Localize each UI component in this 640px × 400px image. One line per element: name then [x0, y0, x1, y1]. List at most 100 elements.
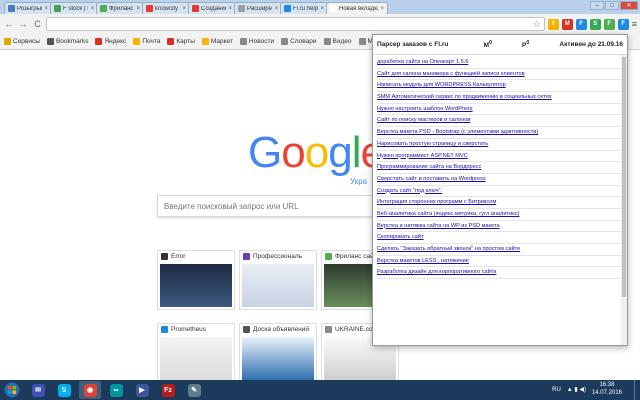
extension-icon[interactable]: F — [603, 18, 615, 30]
bookmark-item[interactable]: Видео — [323, 38, 352, 45]
tab-close-icon[interactable]: × — [274, 6, 278, 12]
tab-close-icon[interactable]: × — [44, 6, 48, 12]
taskbar-app-button[interactable]: ∞ — [105, 381, 127, 399]
bookmark-item[interactable]: Сервисы — [4, 38, 40, 45]
bookmark-item[interactable]: Bookmarks — [46, 38, 88, 45]
browser-tab[interactable]: Фриланс сайт× — [96, 2, 144, 14]
maximize-button[interactable]: □ — [605, 1, 619, 10]
tile-header: Error — [158, 251, 234, 262]
browser-tab[interactable]: Расширение× — [234, 2, 282, 14]
browser-tab[interactable]: F stock | Веб-ст× — [50, 2, 98, 14]
taskbar-app-button[interactable]: ✉ — [27, 381, 49, 399]
bookmark-label: Словари — [290, 38, 317, 45]
bookmark-item[interactable]: Словари — [281, 38, 317, 45]
address-bar[interactable]: ☆ — [46, 17, 545, 31]
google-logo-subtitle: Укра — [350, 177, 368, 186]
order-link[interactable]: Разработка дизайн для корпоративного сай… — [377, 267, 623, 280]
tab-favicon-icon — [192, 5, 199, 12]
taskbar-app-icon: ✎ — [187, 383, 201, 397]
order-link[interactable]: Нужно настроить шаблон WordPress — [377, 104, 623, 116]
address-input[interactable] — [50, 20, 533, 28]
start-button[interactable] — [2, 381, 22, 399]
taskbar-app-button[interactable]: ✎ — [183, 381, 205, 399]
tile-header: Профессиональ — [240, 251, 316, 262]
tile-thumbnail — [242, 337, 314, 380]
bookmark-item[interactable]: Яндекс — [95, 38, 126, 45]
taskbar-app-button[interactable]: Fz — [157, 381, 179, 399]
forward-button[interactable]: → — [17, 18, 28, 30]
most-visited-tile[interactable]: Профессиональ — [239, 250, 317, 310]
tab-favicon-icon — [284, 5, 291, 12]
popup-scrollbar-thumb[interactable] — [622, 57, 626, 297]
popup-scrollbar[interactable] — [621, 55, 627, 345]
tab-title: knowcity - You — [155, 5, 180, 12]
tab-title: Фриланс сайт — [109, 5, 134, 12]
tab-close-icon[interactable]: × — [182, 6, 186, 12]
tab-strip: Розыгрыш×F stock | Веб-ст×Фриланс сайт×k… — [0, 0, 640, 14]
order-link[interactable]: Сайт для салона маникюра с функцией запи… — [377, 69, 623, 81]
order-link[interactable]: Сверстать сайт и поставить на Wordpress — [377, 174, 623, 186]
bookmark-icon — [95, 38, 103, 45]
order-link[interactable]: SMM Автоматический сервис по продвижению… — [377, 92, 623, 104]
order-link[interactable]: Создать сайт "под ключ". — [377, 186, 623, 198]
tile-header: Prometheus — [158, 324, 234, 335]
order-link[interactable]: Скопировать сайт — [377, 232, 623, 244]
order-link[interactable]: Нужен программист ASP.NET MVC — [377, 151, 623, 163]
close-window-button[interactable]: ✕ — [620, 1, 638, 10]
most-visited-tile[interactable]: Доска объявлений — [239, 323, 317, 383]
bookmark-item[interactable]: Почта — [133, 38, 160, 45]
order-link[interactable]: Написать модуль для WORDPRESS Калькулято… — [377, 80, 623, 93]
back-button[interactable]: ← — [3, 18, 14, 30]
extension-icon[interactable]: F — [617, 18, 629, 30]
tab-close-icon[interactable]: × — [136, 6, 140, 12]
language-indicator[interactable]: RU — [552, 387, 561, 393]
tab-close-icon[interactable]: × — [320, 6, 324, 12]
clock[interactable]: 16:38 14.07.2016 — [592, 382, 622, 397]
tab-close-icon[interactable]: × — [90, 6, 94, 12]
tab-title: Розыгрыш — [17, 5, 42, 12]
system-tray: RU ▲ ▮ ◀) 16:38 14.07.2016 — [552, 382, 622, 397]
bookmark-item[interactable]: Карты — [167, 38, 195, 45]
browser-tab[interactable]: Fl.ru helper× — [280, 2, 328, 14]
google-logo-letter: G — [248, 128, 282, 177]
tile-title: Фриланс сайт — [335, 253, 377, 260]
chrome-menu-icon[interactable]: ≡ — [632, 19, 637, 29]
order-link[interactable]: Программирование сайта на Вордпресс — [377, 162, 623, 174]
tray-icons[interactable]: ▲ ▮ ◀) — [567, 386, 586, 393]
most-visited-tile[interactable]: Prometheus — [157, 323, 235, 383]
order-link[interactable]: Верстка макета PSD - Bootstrap (с элемен… — [377, 127, 623, 139]
extension-icon[interactable]: S — [589, 18, 601, 30]
browser-tab[interactable]: Розыгрыш× — [4, 2, 52, 14]
order-link[interactable]: Интеграция сторонних программ с Битриксо… — [377, 197, 623, 209]
tab-close-icon[interactable]: × — [380, 6, 384, 12]
order-link[interactable]: Верстка и натяжка сайта на WP из PSD мак… — [377, 221, 623, 233]
order-link[interactable]: Сайт по поиску мастеров и салонов — [377, 115, 623, 128]
bookmark-item[interactable]: Маркет — [201, 38, 233, 45]
browser-tab[interactable]: Новая вкладка × — [326, 2, 388, 14]
browser-tab[interactable]: knowcity - You× — [142, 2, 190, 14]
browser-tab[interactable]: Создание ра× — [188, 2, 236, 14]
tab-close-icon[interactable]: × — [228, 6, 232, 12]
reload-button[interactable]: C — [32, 18, 43, 30]
bookmark-icon — [133, 38, 141, 45]
taskbar-app-button[interactable]: ◉ — [79, 381, 101, 399]
order-link[interactable]: доработка сайта на Опенкарт 1.5.6 — [377, 57, 623, 69]
taskbar-app-icon: ▶ — [135, 383, 149, 397]
bookmark-star-icon[interactable]: ☆ — [533, 19, 541, 30]
extension-icon[interactable]: F — [575, 18, 587, 30]
order-link[interactable]: Сделать "Заказать обратный звонок" на пр… — [377, 244, 623, 256]
most-visited-tile[interactable]: Error — [157, 250, 235, 310]
order-link[interactable]: Веб-аналитика сайта (яндекс.метрика, гуг… — [377, 209, 623, 221]
taskbar-app-button[interactable]: ▶ — [131, 381, 153, 399]
bookmark-item[interactable]: Новости — [239, 38, 274, 45]
order-link[interactable]: Нарисовать простую страницу и сверстать — [377, 139, 623, 151]
extension-icon[interactable]: M — [561, 18, 573, 30]
bookmark-icon — [167, 38, 175, 45]
taskbar-app-button[interactable]: S — [53, 381, 75, 399]
show-desktop-button[interactable] — [634, 380, 640, 400]
order-link[interactable]: Верстка макетов LESS , натяжение — [377, 256, 623, 268]
extension-icon[interactable]: Y — [547, 18, 559, 30]
taskbar-app-icon: ✉ — [31, 383, 45, 397]
minimize-button[interactable]: – — [590, 1, 604, 10]
google-logo: GoogleУкра — [248, 128, 385, 186]
